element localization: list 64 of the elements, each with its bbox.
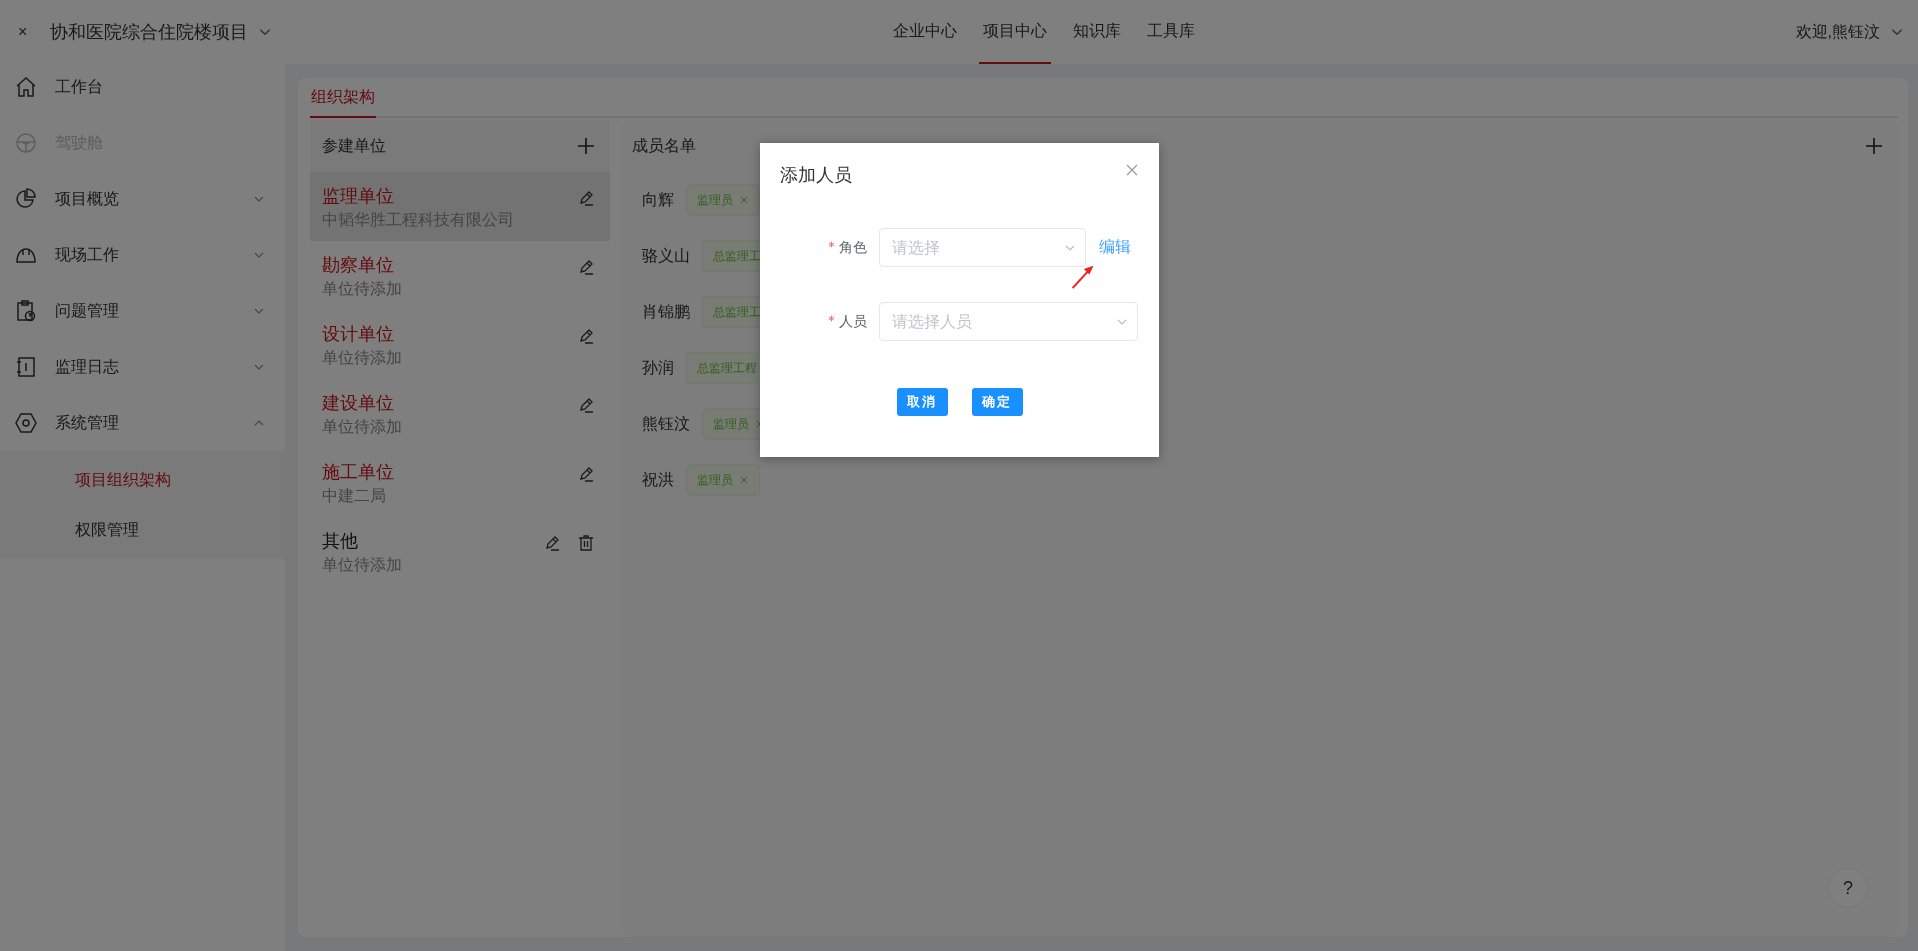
- sidebar-item[interactable]: 系统管理: [0, 395, 285, 451]
- submenu-item[interactable]: 权限管理: [0, 505, 285, 555]
- sidebar-item[interactable]: 项目概览: [0, 171, 285, 227]
- close-icon[interactable]: ×: [18, 23, 32, 41]
- panel-title: 参建单位: [322, 135, 386, 156]
- unit-company: 单位待添加: [322, 555, 402, 575]
- unit-company: 单位待添加: [322, 348, 402, 368]
- unit-name: 设计单位: [322, 323, 395, 346]
- tab[interactable]: 组织架构: [310, 78, 376, 118]
- unit-name: 施工单位: [322, 461, 394, 484]
- nav-tab[interactable]: 知识库: [1069, 0, 1125, 64]
- role-label: 总监理工: [713, 303, 761, 321]
- sidebar-item[interactable]: 问题管理: [0, 283, 285, 339]
- user-menu[interactable]: 欢迎,熊钰汶: [1795, 21, 1904, 43]
- unit-company: 中建二局: [322, 486, 387, 506]
- sidebar-item[interactable]: 监理日志: [0, 339, 285, 395]
- clipboard-icon: [14, 299, 38, 323]
- field-label: 角色: [839, 238, 867, 257]
- unit-company: 单位待添加: [322, 417, 402, 437]
- role-label: 监理员: [713, 415, 749, 433]
- member-name: 向辉: [642, 189, 674, 210]
- steering-wheel-icon: [14, 131, 38, 155]
- sidebar-item[interactable]: 现场工作: [0, 227, 285, 283]
- unit-company: 单位待添加: [322, 279, 402, 299]
- submenu-item[interactable]: 项目组织架构: [0, 455, 285, 505]
- unit-name: 监理单位: [322, 185, 395, 208]
- member-name: 熊钰汶: [642, 413, 690, 434]
- role-label: 总监理工: [713, 247, 761, 265]
- member-name: 骆义山: [642, 245, 690, 266]
- trash-icon[interactable]: [576, 533, 596, 553]
- arrow-annotation-icon: [1071, 263, 1095, 291]
- nav-tab[interactable]: 企业中心: [889, 0, 961, 64]
- nav-tab[interactable]: 项目中心: [979, 0, 1051, 64]
- hexagon-icon: [14, 411, 38, 435]
- pie-chart-icon: [14, 187, 38, 211]
- home-icon: [14, 75, 38, 99]
- unit-name: 勘察单位: [322, 254, 395, 277]
- select-field[interactable]: 请选择人员: [879, 302, 1138, 341]
- field-label: 人员: [839, 312, 867, 331]
- unit-item[interactable]: 建设单位 单位待添加: [310, 379, 610, 448]
- unit-name: 其他: [322, 530, 359, 553]
- unit-item[interactable]: 其他 单位待添加: [310, 517, 610, 586]
- select-field[interactable]: 请选择: [879, 228, 1086, 267]
- member-name: 祝洪: [642, 469, 674, 490]
- close-icon[interactable]: [1125, 163, 1139, 177]
- nav-tab[interactable]: 工具库: [1143, 0, 1199, 64]
- unit-item[interactable]: 勘察单位 单位待添加: [310, 241, 610, 310]
- edit-link[interactable]: 编辑: [1099, 237, 1131, 258]
- dialog-button[interactable]: 取消: [896, 388, 948, 416]
- unit-item[interactable]: 设计单位 单位待添加: [310, 310, 610, 379]
- member-name: 肖锦鹏: [642, 301, 690, 322]
- notebook-icon: [14, 355, 38, 379]
- add-icon[interactable]: [576, 136, 596, 156]
- unit-item[interactable]: 施工单位 中建二局: [310, 448, 610, 517]
- role-label: 监理员: [697, 471, 733, 489]
- add-icon[interactable]: [1864, 136, 1884, 156]
- role-label: 总监理工程: [697, 359, 757, 377]
- role-label: 监理员: [697, 191, 733, 209]
- member-name: 孙润: [642, 357, 674, 378]
- project-selector[interactable]: 协和医院综合住院楼项目: [50, 20, 272, 44]
- unit-name: 建设单位: [322, 392, 395, 415]
- dialog-button[interactable]: 确定: [971, 388, 1023, 416]
- panel-title: 成员名单: [632, 135, 696, 156]
- dialog-title: 添加人员: [780, 164, 852, 187]
